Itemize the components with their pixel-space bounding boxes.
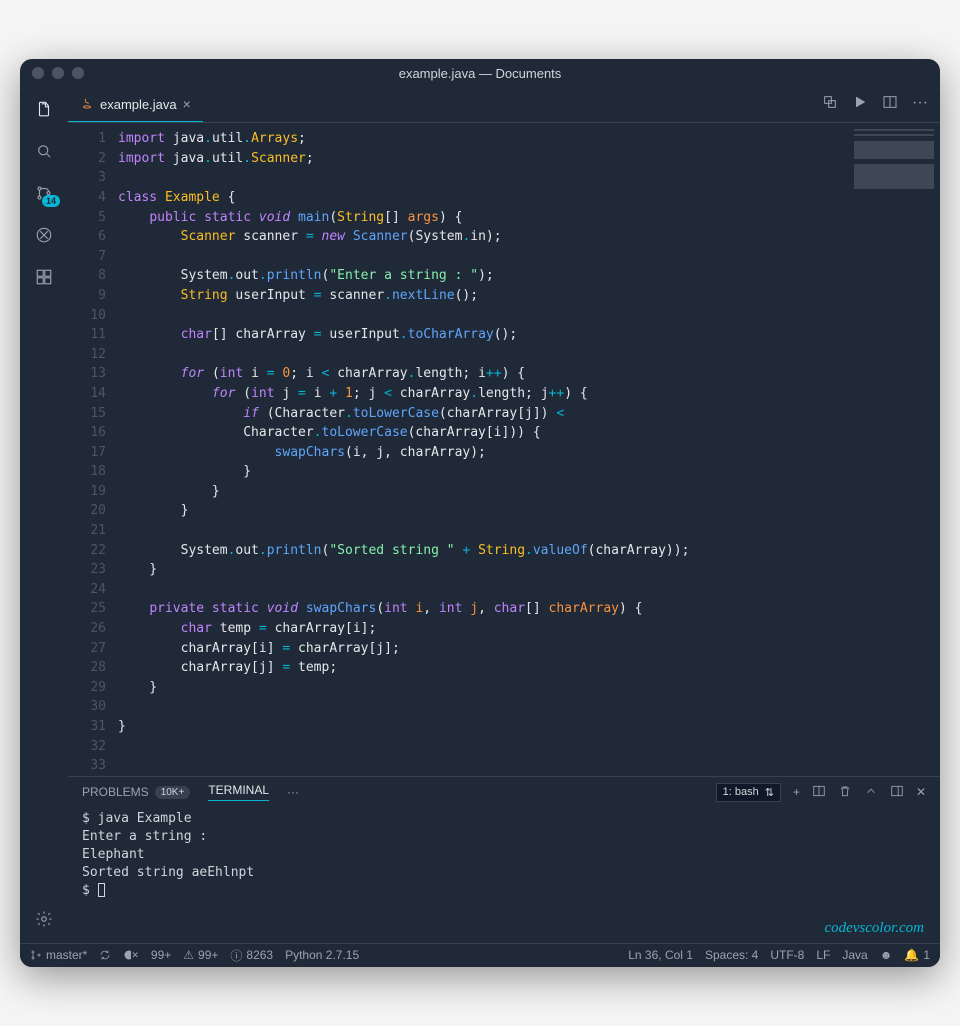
more-actions-icon[interactable]: ··· (912, 94, 928, 115)
python-version[interactable]: Python 2.7.15 (285, 948, 359, 962)
kill-terminal-icon[interactable] (838, 784, 852, 801)
run-icon[interactable] (852, 94, 868, 115)
window-controls (32, 67, 84, 79)
info-count[interactable]: ⓘ 8263 (230, 947, 273, 964)
panel-tabs: PROBLEMS 10K+ TERMINAL ··· 1: bash⇅ + (68, 777, 940, 806)
git-branch[interactable]: master* (30, 948, 87, 962)
errors-count[interactable]: ✕99+ (123, 948, 171, 962)
compare-changes-icon[interactable] (822, 94, 838, 115)
debug-icon[interactable] (32, 223, 56, 247)
terminal-output[interactable]: $ java Example Enter a string : Elephant… (68, 806, 940, 920)
tab-bar: example.java × ··· (68, 87, 940, 123)
code-content[interactable]: import java.util.Arrays;import java.util… (118, 123, 940, 776)
problems-tab[interactable]: PROBLEMS 10K+ (82, 785, 190, 799)
status-bar: master* ✕99+ ⚠ 99+ ⓘ 8263 Python 2.7.15 … (20, 943, 940, 967)
language-mode[interactable]: Java (842, 948, 867, 962)
cursor-position[interactable]: Ln 36, Col 1 (628, 948, 693, 962)
eol[interactable]: LF (816, 948, 830, 962)
notifications-icon[interactable]: 🔔 1 (904, 948, 930, 962)
line-gutter: 1234567891011121314151617181920212223242… (68, 123, 118, 776)
terminal-label: TERMINAL (208, 783, 269, 797)
editor-area: example.java × ··· 123456789101112131415… (68, 87, 940, 943)
search-icon[interactable] (32, 139, 56, 163)
titlebar: example.java — Documents (20, 59, 940, 87)
split-editor-icon[interactable] (882, 94, 898, 115)
scm-badge: 14 (42, 195, 60, 207)
close-icon[interactable]: × (183, 96, 191, 112)
problems-label: PROBLEMS (82, 785, 149, 799)
split-terminal-icon[interactable] (812, 784, 826, 801)
minimap[interactable] (854, 129, 934, 249)
sync-icon[interactable] (99, 949, 111, 961)
minimize-window-icon[interactable] (52, 67, 64, 79)
terminal-selector[interactable]: 1: bash⇅ (716, 783, 781, 802)
source-control-icon[interactable]: 14 (32, 181, 56, 205)
tab-filename: example.java (100, 97, 177, 112)
vscode-window: example.java — Documents 14 example.java… (20, 59, 940, 967)
explorer-icon[interactable] (32, 97, 56, 121)
terminal-tab[interactable]: TERMINAL (208, 783, 269, 801)
close-window-icon[interactable] (32, 67, 44, 79)
window-title: example.java — Documents (399, 66, 562, 81)
close-panel-icon[interactable]: ✕ (916, 785, 926, 799)
problems-badge: 10K+ (155, 786, 191, 799)
java-file-icon (80, 97, 94, 111)
feedback-icon[interactable]: ☻ (880, 948, 893, 962)
indentation[interactable]: Spaces: 4 (705, 948, 758, 962)
activity-bar: 14 (20, 87, 68, 943)
maximize-panel-icon[interactable] (864, 784, 878, 801)
maximize-window-icon[interactable] (72, 67, 84, 79)
extensions-icon[interactable] (32, 265, 56, 289)
tab-example-java[interactable]: example.java × (68, 87, 203, 122)
chevron-updown-icon: ⇅ (765, 786, 774, 799)
encoding[interactable]: UTF-8 (770, 948, 804, 962)
main-area: 14 example.java × ··· 123456 (20, 87, 940, 943)
panel-more-icon[interactable]: ··· (287, 785, 299, 799)
code-editor[interactable]: 1234567891011121314151617181920212223242… (68, 123, 940, 776)
watermark: codevscolor.com (68, 920, 940, 943)
new-terminal-icon[interactable]: + (793, 785, 800, 799)
warnings-count[interactable]: ⚠ 99+ (183, 948, 218, 962)
bottom-panel: PROBLEMS 10K+ TERMINAL ··· 1: bash⇅ + (68, 776, 940, 943)
editor-actions: ··· (822, 94, 940, 115)
toggle-panel-icon[interactable] (890, 784, 904, 801)
settings-gear-icon[interactable] (32, 907, 56, 931)
